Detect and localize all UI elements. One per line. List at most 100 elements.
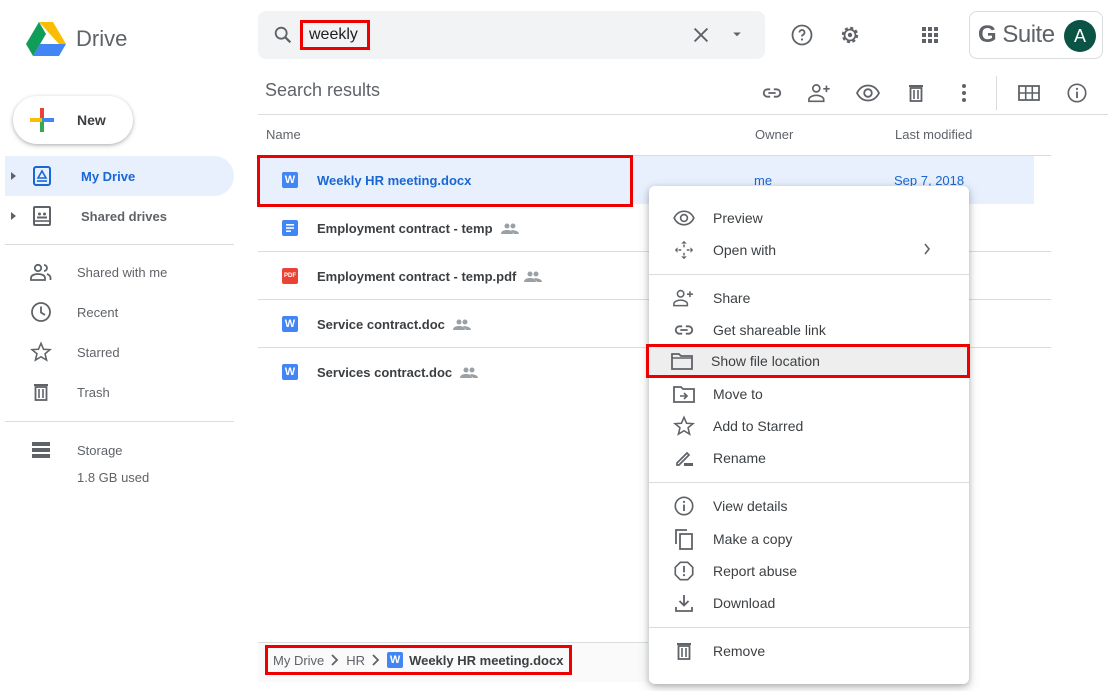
shared-people-icon xyxy=(452,319,471,330)
menu-item-get-shareable-link[interactable]: Get shareable link xyxy=(649,314,969,346)
new-button-label: New xyxy=(77,112,106,128)
menu-item-label: Remove xyxy=(713,643,766,659)
menu-item-rename[interactable]: Rename xyxy=(649,442,969,474)
link-icon xyxy=(762,88,782,98)
settings-button[interactable] xyxy=(837,22,863,48)
column-header-last-modified[interactable]: Last modified xyxy=(895,127,972,142)
grid-view-button[interactable] xyxy=(1017,81,1041,105)
file-name: Employment contract - temp.pdf xyxy=(317,269,517,284)
sidebar-item-label: My Drive xyxy=(81,168,136,184)
word-file-icon: W xyxy=(282,316,298,332)
sidebar-item-trash[interactable]: Trash xyxy=(5,372,234,412)
expand-arrow-icon[interactable] xyxy=(5,171,23,181)
menu-item-add-to-starred[interactable]: Add to Starred xyxy=(649,410,969,442)
shared-with-me-icon xyxy=(26,263,56,281)
eye-icon xyxy=(672,209,696,227)
sidebar-item-shared-with-me[interactable]: Shared with me xyxy=(5,252,234,292)
breadcrumb-my-drive[interactable]: My Drive xyxy=(273,653,324,668)
menu-item-report-abuse[interactable]: Report abuse xyxy=(649,555,969,587)
menu-item-label: Preview xyxy=(713,210,763,226)
move-to-folder-icon xyxy=(672,385,696,403)
menu-item-label: Add to Starred xyxy=(713,418,804,434)
menu-item-open-with[interactable]: Open with xyxy=(649,234,969,266)
preview-button[interactable] xyxy=(856,81,880,105)
column-header-name[interactable]: Name xyxy=(266,127,301,142)
new-button[interactable]: New xyxy=(13,96,133,144)
menu-item-make-a-copy[interactable]: Make a copy xyxy=(649,523,969,555)
info-icon xyxy=(672,495,696,517)
sidebar-item-label: Shared drives xyxy=(81,208,167,224)
menu-divider xyxy=(649,627,969,628)
remove-button[interactable] xyxy=(904,81,928,105)
toolbar-bottom-divider xyxy=(258,114,1108,115)
more-actions-button[interactable] xyxy=(952,81,976,105)
breadcrumb-file[interactable]: Weekly HR meeting.docx xyxy=(409,653,563,668)
sidebar-item-my-drive[interactable]: My Drive xyxy=(5,156,234,196)
shared-people-icon xyxy=(524,271,543,282)
toolbar-divider xyxy=(996,76,997,110)
word-file-icon: W xyxy=(282,172,298,188)
chevron-right-icon xyxy=(372,654,380,666)
menu-item-share[interactable]: Share xyxy=(649,282,969,314)
sidebar-item-starred[interactable]: Starred xyxy=(5,332,234,372)
link-icon xyxy=(672,319,696,341)
preview-icon xyxy=(856,84,880,102)
shared-drives-icon xyxy=(27,206,57,226)
help-button[interactable] xyxy=(789,22,815,48)
menu-item-label: Make a copy xyxy=(713,531,793,547)
trash-icon xyxy=(26,382,56,402)
download-icon xyxy=(672,593,696,613)
grid-view-icon xyxy=(1018,85,1040,101)
menu-item-download[interactable]: Download xyxy=(649,587,969,619)
menu-item-label: Show file location xyxy=(711,353,820,369)
menu-item-label: Open with xyxy=(713,242,777,258)
breadcrumb: My Drive HR W Weekly HR meeting.docx xyxy=(265,645,572,675)
star-icon xyxy=(672,415,696,437)
google-doc-icon xyxy=(282,220,298,236)
drive-logo-icon xyxy=(26,22,66,56)
get-link-button[interactable] xyxy=(760,81,784,105)
account-area[interactable]: G Suite A xyxy=(969,11,1103,59)
menu-item-label: Download xyxy=(713,595,776,611)
copy-icon xyxy=(672,528,696,550)
storage-icon xyxy=(26,441,56,459)
gsuite-logo: G Suite xyxy=(978,21,1055,48)
search-options-caret-icon[interactable] xyxy=(728,25,746,43)
app-name: Drive xyxy=(76,26,128,51)
menu-item-label: Share xyxy=(713,290,751,306)
menu-divider xyxy=(649,482,969,483)
breadcrumb-hr[interactable]: HR xyxy=(346,653,365,668)
menu-item-view-details[interactable]: View details xyxy=(649,490,969,522)
file-name: Services contract.doc xyxy=(317,365,453,380)
expand-arrow-icon[interactable] xyxy=(5,211,23,221)
settings-icon xyxy=(841,26,859,44)
drive-logo[interactable]: Drive xyxy=(26,22,127,56)
plus-icon xyxy=(30,108,54,132)
sidebar-divider xyxy=(5,421,234,422)
avatar[interactable]: A xyxy=(1064,20,1096,52)
sidebar-item-storage[interactable]: Storage xyxy=(5,430,234,470)
more-vert-icon xyxy=(962,84,966,102)
my-drive-icon xyxy=(27,166,57,186)
menu-item-preview[interactable]: Preview xyxy=(649,202,969,234)
menu-item-remove[interactable]: Remove xyxy=(649,635,969,667)
menu-item-move-to[interactable]: Move to xyxy=(649,378,969,410)
menu-item-label: Report abuse xyxy=(713,563,798,579)
sidebar-item-recent[interactable]: Recent xyxy=(5,292,234,332)
menu-item-show-file-location[interactable]: Show file location xyxy=(649,345,969,377)
sidebar-item-label: Trash xyxy=(77,384,110,400)
share-button[interactable] xyxy=(808,81,832,105)
column-header-owner[interactable]: Owner xyxy=(755,127,793,142)
search-bar xyxy=(258,11,765,59)
view-details-button[interactable] xyxy=(1065,81,1089,105)
shared-people-icon xyxy=(460,367,479,378)
add-person-icon xyxy=(672,288,696,308)
clock-icon xyxy=(26,301,56,323)
info-icon xyxy=(1067,83,1087,103)
search-input[interactable] xyxy=(300,20,370,50)
clear-search-icon[interactable] xyxy=(690,24,712,46)
search-icon[interactable] xyxy=(272,24,294,46)
apps-button[interactable] xyxy=(917,22,943,48)
pencil-icon xyxy=(672,448,696,468)
sidebar-item-shared-drives[interactable]: Shared drives xyxy=(5,196,234,236)
